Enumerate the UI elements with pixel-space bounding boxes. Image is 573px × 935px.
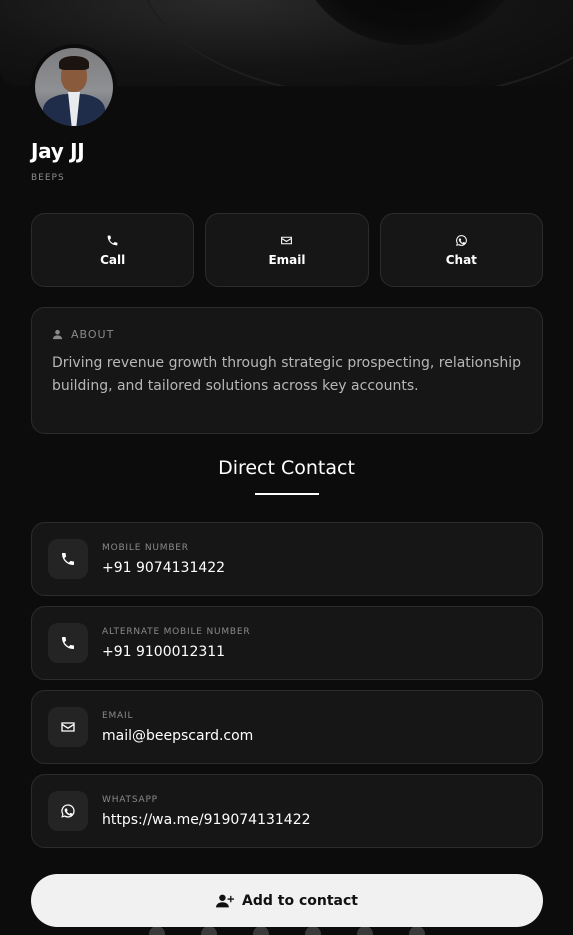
email-button[interactable]: Email: [205, 213, 369, 287]
envelope-icon: [280, 234, 293, 247]
instagram-icon[interactable]: [304, 926, 321, 935]
contact-label: EMAIL: [102, 710, 134, 721]
avatar-photo: [35, 48, 113, 126]
quick-actions: Call Email Chat: [31, 213, 543, 287]
whatsapp-icon[interactable]: [408, 926, 425, 935]
email-label: Email: [268, 252, 306, 267]
whatsapp-icon: [455, 234, 468, 247]
user-icon: [52, 329, 63, 340]
x-icon[interactable]: [200, 926, 217, 935]
contact-alternate-mobile[interactable]: ALTERNATE MOBILE NUMBER +91 9100012311: [31, 606, 543, 680]
about-card: ABOUT Driving revenue growth through str…: [31, 307, 543, 434]
social-links: [0, 926, 573, 935]
call-button[interactable]: Call: [31, 213, 195, 287]
contact-value: https://wa.me/919074131422: [102, 811, 311, 828]
about-header: ABOUT: [52, 328, 522, 341]
contact-value: +91 9100012311: [102, 643, 226, 660]
contact-label: MOBILE NUMBER: [102, 542, 189, 553]
add-to-contact-label: Add to contact: [242, 892, 358, 909]
whatsapp-icon: [48, 791, 88, 831]
profile-name: Jay JJ: [31, 139, 85, 163]
profile-company: BEEPS: [31, 173, 65, 183]
about-title: ABOUT: [71, 328, 115, 341]
contact-email[interactable]: EMAIL mail@beepscard.com: [31, 690, 543, 764]
section-title: Direct Contact: [218, 457, 355, 479]
envelope-icon: [48, 707, 88, 747]
contact-mobile[interactable]: MOBILE NUMBER +91 9074131422: [31, 522, 543, 596]
contact-value: +91 9074131422: [102, 559, 226, 576]
add-to-contact-button[interactable]: Add to contact: [31, 874, 543, 927]
chat-button[interactable]: Chat: [379, 213, 543, 287]
contact-label: ALTERNATE MOBILE NUMBER: [102, 626, 251, 637]
phone-icon: [106, 234, 119, 247]
facebook-icon[interactable]: [252, 926, 269, 935]
phone-icon: [48, 539, 88, 579]
contact-value: mail@beepscard.com: [102, 727, 254, 744]
contact-whatsapp[interactable]: WHATSAPP https://wa.me/919074131422: [31, 774, 543, 848]
call-label: Call: [100, 252, 126, 267]
linkedin-icon[interactable]: [356, 926, 373, 935]
user-plus-icon: [216, 893, 235, 909]
globe-icon[interactable]: [148, 926, 165, 935]
phone-icon: [48, 623, 88, 663]
about-text: Driving revenue growth through strategic…: [52, 355, 522, 394]
section-underline: [255, 493, 319, 495]
chat-label: Chat: [445, 252, 477, 267]
contact-label: WHATSAPP: [102, 794, 158, 805]
avatar: [31, 44, 117, 130]
